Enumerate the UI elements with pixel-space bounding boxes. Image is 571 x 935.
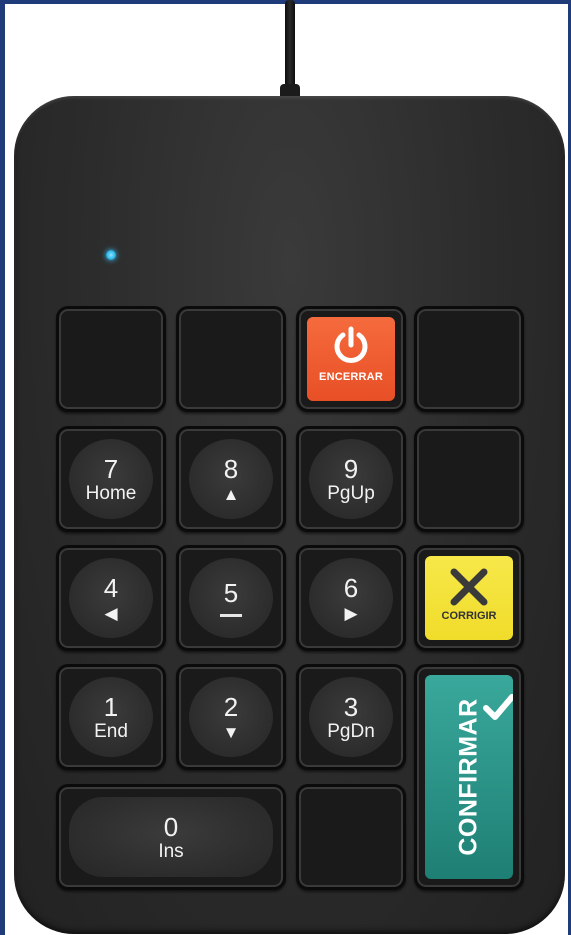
key-0-number: 0 — [163, 811, 179, 842]
blank-key-2[interactable] — [176, 306, 286, 412]
key-9-pgup[interactable]: 9 PgUp — [296, 426, 406, 532]
power-icon — [334, 326, 368, 363]
key-1-end[interactable]: 1 End — [56, 664, 166, 770]
key-4-number: 4 — [103, 572, 119, 603]
key-8-number: 8 — [223, 453, 239, 484]
blank-key-3[interactable] — [414, 306, 524, 412]
key-6-number: 6 — [343, 572, 359, 603]
key-0-ins[interactable]: 0 Ins — [56, 784, 286, 890]
left-arrow-icon: ◀ — [104, 603, 118, 623]
blank-key-1[interactable] — [56, 306, 166, 412]
frame-left-border — [0, 0, 5, 935]
key-1-number: 1 — [103, 691, 119, 722]
corrigir-label: CORRIGIR — [441, 610, 497, 622]
key-7-number: 7 — [103, 453, 119, 484]
blank-key-4[interactable] — [414, 426, 524, 532]
key-1-sub-label: End — [94, 720, 128, 742]
key-9-number: 9 — [343, 453, 359, 484]
key-8-up[interactable]: 8 ▲ — [176, 426, 286, 532]
x-icon — [450, 568, 488, 606]
key-3-sub-label: PgDn — [327, 720, 375, 742]
confirmar-label: CONFIRMAR — [454, 698, 483, 856]
key-7-sub-label: Home — [85, 482, 137, 504]
confirmar-key[interactable]: CONFIRMAR — [414, 664, 524, 890]
key-7-home[interactable]: 7 Home — [56, 426, 166, 532]
key-2-number: 2 — [223, 691, 239, 722]
confirmar-key-cap: CONFIRMAR — [425, 675, 513, 879]
tactile-bar-icon — [220, 613, 242, 617]
checkmark-icon — [483, 694, 513, 720]
key-3-number: 3 — [343, 691, 359, 722]
key-6-right[interactable]: 6 ▶ — [296, 545, 406, 651]
key-0-sub-label: Ins — [158, 840, 184, 862]
key-3-pgdn[interactable]: 3 PgDn — [296, 664, 406, 770]
key-9-sub-label: PgUp — [327, 482, 375, 504]
up-arrow-icon: ▲ — [222, 484, 240, 504]
key-4-left[interactable]: 4 ◀ — [56, 545, 166, 651]
blank-key-5[interactable] — [296, 784, 406, 890]
key-5[interactable]: 5 — [176, 545, 286, 651]
encerrar-label: ENCERRAR — [319, 371, 383, 383]
key-5-number: 5 — [223, 577, 239, 608]
corrigir-key[interactable]: CORRIGIR — [414, 545, 524, 651]
right-arrow-icon: ▶ — [344, 603, 358, 623]
status-led-icon — [106, 250, 116, 260]
key-2-down[interactable]: 2 ▼ — [176, 664, 286, 770]
encerrar-power-key[interactable]: ENCERRAR — [296, 306, 406, 412]
down-arrow-icon: ▼ — [222, 722, 240, 742]
